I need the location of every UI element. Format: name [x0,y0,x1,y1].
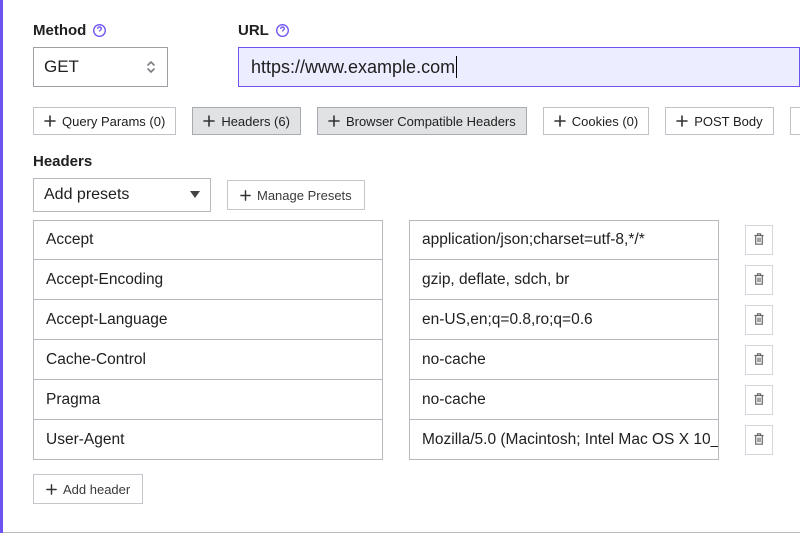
tab-query-params-0[interactable]: Query Params (0) [33,107,176,135]
trash-icon [753,312,765,329]
header-key-input[interactable]: Cache-Control [33,340,383,380]
delete-header-button[interactable] [745,425,773,455]
tab-label: Cookies (0) [572,114,638,129]
header-key-input[interactable]: Accept [33,220,383,260]
trash-icon [753,232,765,249]
delete-header-button[interactable] [745,345,773,375]
section-title: Headers [33,153,800,170]
header-key-input[interactable]: Accept-Language [33,300,383,340]
help-icon[interactable] [92,23,107,38]
table-row: Accept application/json;charset=utf-8,*/* [33,220,800,260]
header-key-input[interactable]: Accept-Encoding [33,260,383,300]
trash-icon [753,272,765,289]
plus-icon [676,115,688,127]
request-tab-bar: Query Params (0) Headers (6) Browser Compa… [33,107,800,135]
text-caret [456,56,457,78]
headers-table: Accept application/json;charset=utf-8,*/*… [33,220,800,460]
trash-icon [753,392,765,409]
header-key-input[interactable]: Pragma [33,380,383,420]
trash-icon [753,432,765,449]
header-value-input[interactable]: no-cache [409,380,719,420]
method-select[interactable]: GET [33,47,168,87]
manage-presets-label: Manage Presets [257,188,352,203]
header-value-input[interactable]: gzip, deflate, sdch, br [409,260,719,300]
table-row: Pragma no-cache [33,380,800,420]
add-header-label: Add header [63,482,130,497]
header-value-input[interactable]: no-cache [409,340,719,380]
tab-label: Query Params (0) [62,114,165,129]
table-row: Accept-Encoding gzip, deflate, sdch, br [33,260,800,300]
plus-icon [554,115,566,127]
tab-label: POST Body [694,114,762,129]
header-key-input[interactable]: User-Agent [33,420,383,460]
chevron-down-icon [190,188,200,202]
plus-icon [203,115,215,127]
tab-post-body[interactable]: POST Body [665,107,773,135]
delete-header-button[interactable] [745,265,773,295]
add-header-button[interactable]: Add header [33,474,143,504]
tab-browser-compatible-headers[interactable]: Browser Compatible Headers [317,107,527,135]
request-panel: Method GET URL [0,0,800,533]
tab-label: Browser Compatible Headers [346,114,516,129]
tab-cookies-0[interactable]: Cookies (0) [543,107,649,135]
plus-icon [328,115,340,127]
manage-presets-button[interactable]: Manage Presets [227,180,365,210]
delete-header-button[interactable] [745,385,773,415]
method-label: Method [33,22,86,39]
plus-icon [44,115,56,127]
tab-headers-6[interactable]: Headers (6) [192,107,301,135]
header-value-input[interactable]: en-US,en;q=0.8,ro;q=0.6 [409,300,719,340]
url-input-value: https://www.example.com [251,57,455,78]
table-row: Cache-Control no-cache [33,340,800,380]
url-input[interactable]: https://www.example.com [238,47,800,87]
chevron-up-down-icon [145,60,157,74]
url-label: URL [238,22,269,39]
tab-label: Headers (6) [221,114,290,129]
delete-header-button[interactable] [745,225,773,255]
presets-select[interactable]: Add presets [33,178,211,212]
trash-icon [753,352,765,369]
table-row: Accept-Language en-US,en;q=0.8,ro;q=0.6 [33,300,800,340]
delete-header-button[interactable] [745,305,773,335]
method-select-value: GET [44,57,79,77]
header-value-input[interactable]: Mozilla/5.0 (Macintosh; Intel Mac OS X 1… [409,420,719,460]
plus-icon [46,484,57,495]
help-icon[interactable] [275,23,290,38]
presets-select-label: Add presets [44,186,129,204]
header-value-input[interactable]: application/json;charset=utf-8,*/* [409,220,719,260]
table-row: User-Agent Mozilla/5.0 (Macintosh; Intel … [33,420,800,460]
tab-basic-auth[interactable]: Basic Auth [790,107,800,135]
method-label-row: Method [33,22,168,39]
url-label-row: URL [238,22,800,39]
plus-icon [240,190,251,201]
